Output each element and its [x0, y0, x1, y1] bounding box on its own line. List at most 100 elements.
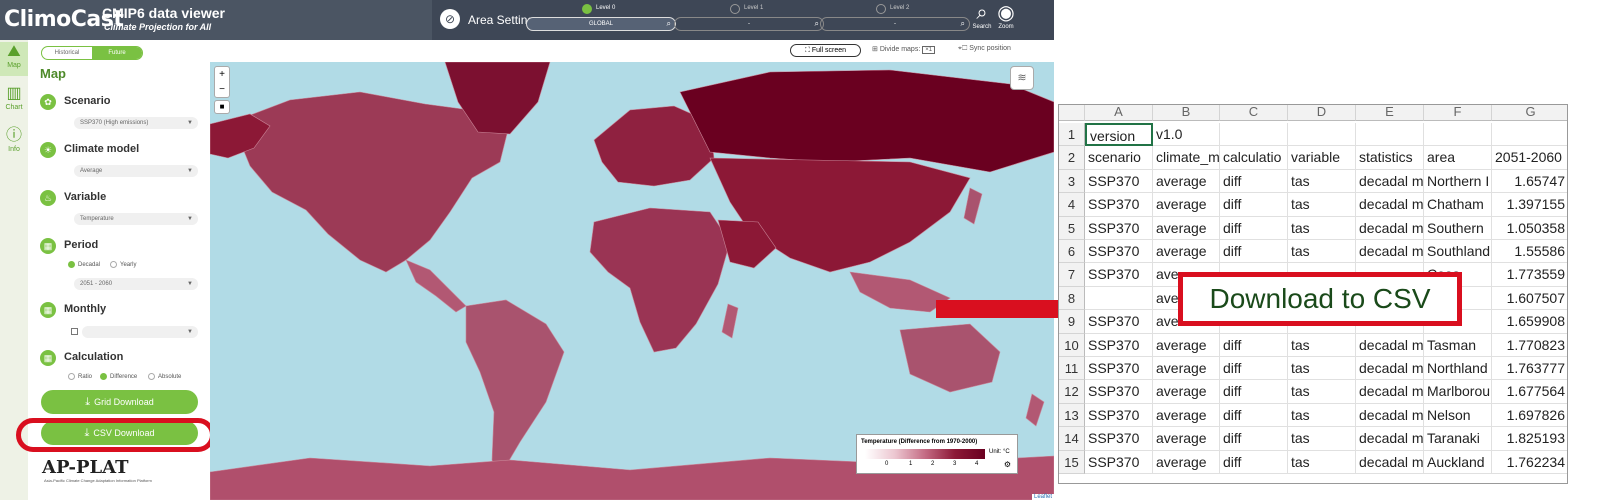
draw-rectangle-button[interactable]: ■ — [214, 100, 230, 114]
map-credit[interactable]: Leaflet — [1031, 494, 1054, 500]
sheet-cell[interactable]: 1.677564 — [1492, 380, 1567, 404]
sheet-cell[interactable]: Nelson — [1424, 403, 1492, 428]
sheet-cell[interactable]: statistics — [1356, 146, 1424, 170]
sheet-cell[interactable]: SSP370 — [1085, 380, 1153, 404]
sheet-cell[interactable]: Taranaki — [1424, 427, 1492, 451]
sheet-cell[interactable]: 1.65747 — [1492, 170, 1567, 194]
toggle-historical[interactable]: Historical — [42, 47, 92, 59]
sheet-cell[interactable]: tas — [1288, 427, 1356, 451]
sheet-cell[interactable]: decadal m — [1356, 380, 1424, 404]
row-header[interactable]: 3 — [1059, 169, 1085, 194]
row-header[interactable]: 5 — [1059, 216, 1085, 240]
sheet-cell[interactable]: Southland — [1424, 240, 1492, 264]
level-2-selector[interactable]: Level 2 - ⌕ — [820, 3, 972, 37]
sheet-cell[interactable]: v1.0 — [1153, 123, 1220, 147]
column-header[interactable]: E — [1356, 105, 1424, 121]
sheet-cell[interactable]: SSP370 — [1085, 427, 1153, 451]
row-header[interactable]: 14 — [1059, 427, 1085, 451]
sync-position[interactable]: ⌖☐ Sync position — [958, 45, 1011, 53]
sheet-cell[interactable] — [1356, 123, 1424, 147]
radio-decadal[interactable]: Decadal — [68, 261, 100, 268]
sheet-cell[interactable]: tas — [1288, 357, 1356, 381]
sheet-cell[interactable]: average — [1153, 216, 1220, 240]
sheet-cell[interactable]: Auckland — [1424, 450, 1492, 474]
search-button[interactable]: ⌕ Search — [970, 2, 994, 30]
sheet-cell[interactable]: 1.762234 — [1492, 451, 1567, 474]
column-header[interactable]: C — [1220, 105, 1288, 121]
sheet-cell[interactable]: diff — [1220, 193, 1288, 217]
sheet-cell[interactable]: tas — [1288, 193, 1356, 217]
sheet-cell[interactable]: diff — [1220, 380, 1288, 404]
level-0-radio[interactable] — [582, 4, 592, 14]
world-map[interactable]: + − ■ ≋ Temperature (Difference from 1970… — [210, 62, 1054, 500]
scenario-dropdown[interactable]: SSP370 (High emissions) ▼ — [74, 117, 198, 129]
sidebar-item-info[interactable]: ⓘ Info — [0, 126, 28, 160]
sheet-cell[interactable]: average — [1153, 427, 1220, 451]
sheet-cell[interactable]: SSP370 — [1085, 240, 1153, 264]
sheet-corner[interactable] — [1059, 105, 1085, 121]
full-screen-button[interactable]: ⛶ Full screen — [790, 44, 861, 57]
row-header[interactable]: 4 — [1059, 193, 1085, 217]
sheet-cell[interactable]: decadal m — [1356, 333, 1424, 357]
row-header[interactable]: 9 — [1059, 310, 1085, 334]
sheet-cell[interactable]: 1.607507 — [1492, 287, 1567, 311]
sheet-cell[interactable] — [1424, 123, 1492, 147]
sheet-cell[interactable]: tas — [1288, 216, 1356, 240]
sheet-cell[interactable]: average — [1153, 193, 1220, 217]
sheet-cell[interactable]: 1.770823 — [1492, 334, 1567, 357]
sheet-cell[interactable]: average — [1153, 240, 1220, 264]
gear-icon[interactable]: ⚙ — [1004, 460, 1011, 469]
sheet-cell[interactable]: 1.397155 — [1492, 193, 1567, 217]
sheet-cell[interactable]: decadal m — [1356, 403, 1424, 428]
sheet-cell[interactable] — [1085, 286, 1153, 311]
sheet-cell[interactable]: diff — [1220, 169, 1288, 194]
period-dropdown[interactable]: 2051 - 2060 ▼ — [74, 278, 198, 290]
sheet-cell[interactable]: 1.659908 — [1492, 310, 1567, 334]
sheet-cell[interactable]: decadal m — [1356, 450, 1424, 474]
sheet-cell[interactable]: SSP370 — [1085, 216, 1153, 240]
row-header[interactable]: 2 — [1059, 146, 1085, 170]
row-header[interactable]: 15 — [1059, 450, 1085, 474]
level-1-selector[interactable]: Level 1 - ⌕ — [674, 3, 826, 37]
sidebar-item-chart[interactable]: ▥ Chart — [0, 84, 28, 118]
sheet-cell[interactable]: diff — [1220, 240, 1288, 264]
sheet-cell[interactable]: diff — [1220, 357, 1288, 381]
climate-model-dropdown[interactable]: Average ▼ — [74, 165, 198, 177]
sync-checkbox[interactable]: ☐ — [962, 45, 967, 52]
sheet-cell[interactable]: Northland — [1424, 357, 1492, 381]
sheet-cell[interactable]: average — [1153, 450, 1220, 474]
sheet-cell[interactable]: diff — [1220, 427, 1288, 451]
sheet-cell[interactable]: Southern — [1424, 216, 1492, 240]
sheet-cell[interactable]: diff — [1220, 333, 1288, 357]
monthly-dropdown[interactable]: ▼ — [82, 326, 198, 338]
monthly-checkbox[interactable] — [71, 328, 78, 335]
sheet-cell[interactable]: SSP370 — [1085, 310, 1153, 334]
column-header[interactable]: A — [1085, 105, 1153, 121]
level-1-input[interactable]: - ⌕ — [674, 17, 824, 31]
sheet-cell[interactable]: 1.773559 — [1492, 263, 1567, 287]
sheet-cell[interactable]: 1.763777 — [1492, 357, 1567, 381]
sheet-cell[interactable]: 1.050358 — [1492, 217, 1567, 240]
grid-download-button[interactable]: ⤓ Grid Download — [41, 390, 198, 414]
sheet-cell[interactable]: decadal m — [1356, 169, 1424, 194]
sheet-cell[interactable] — [1288, 123, 1356, 147]
sheet-cell[interactable]: climate_m — [1153, 146, 1220, 170]
level-1-radio[interactable] — [730, 4, 740, 14]
level-0-input[interactable]: GLOBAL ⌕ — [526, 17, 676, 31]
layers-icon[interactable]: ≋ — [1010, 66, 1034, 90]
sheet-cell[interactable]: 1.697826 — [1492, 404, 1567, 428]
sheet-cell[interactable]: tas — [1288, 169, 1356, 194]
sheet-cell[interactable]: average — [1153, 357, 1220, 381]
sheet-cell[interactable] — [1220, 123, 1288, 147]
sheet-cell[interactable]: diff — [1220, 216, 1288, 240]
row-header[interactable]: 13 — [1059, 403, 1085, 428]
sheet-cell[interactable]: version — [1085, 123, 1153, 147]
sheet-cell[interactable]: average — [1153, 333, 1220, 357]
radio-ratio[interactable]: Ratio — [68, 373, 92, 380]
column-header[interactable]: F — [1424, 105, 1492, 121]
radio-difference[interactable]: Difference — [100, 373, 137, 380]
level-2-input[interactable]: - ⌕ — [820, 17, 970, 31]
zoom-button[interactable]: ◉ Zoom — [994, 2, 1018, 30]
zoom-out-button[interactable]: − — [215, 82, 229, 97]
sheet-cell[interactable] — [1492, 123, 1567, 147]
